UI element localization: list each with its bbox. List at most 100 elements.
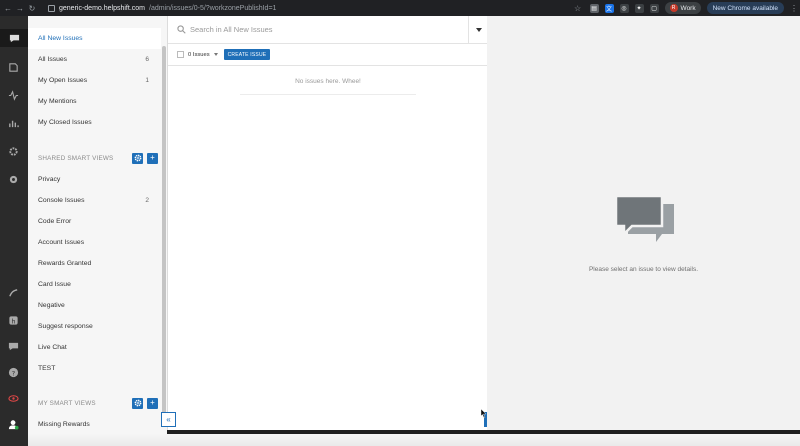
sidebar-item-label: TEST — [38, 365, 56, 372]
url-path: /admin/issues/0-5/?workzonePublishId=1 — [149, 4, 277, 12]
sidebar-item-negative[interactable]: Negative — [28, 295, 161, 316]
issues-count: 0 Issues — [188, 51, 210, 58]
sidebar-item-label: Suggest response — [38, 323, 93, 330]
shared-views-settings-button[interactable] — [132, 152, 143, 164]
sidebar-item-label: Negative — [38, 302, 65, 309]
section-title: SHARED SMART VIEWS — [38, 154, 114, 162]
profile-button[interactable]: R Work — [664, 2, 701, 14]
sidebar-item-label: My Mentions — [38, 98, 77, 105]
select-issue-message: Please select an issue to view details. — [588, 266, 699, 273]
browser-menu-icon[interactable]: ⋮ — [790, 4, 798, 13]
shared-smart-views-header: SHARED SMART VIEWS + — [38, 152, 158, 164]
double-chevron-left-icon: « — [166, 415, 171, 424]
bottom-fade — [28, 434, 800, 446]
sidebar-item-count: 2 — [145, 197, 149, 204]
sidebar-item-card-issue[interactable]: Card Issue — [28, 274, 161, 295]
sidebar-item-my-mentions[interactable]: My Mentions — [28, 91, 161, 112]
sidebar-item-console-issues[interactable]: Console Issues 2 — [28, 190, 161, 211]
sidebar-item-label: Live Chat — [38, 344, 67, 351]
sidebar-item-missing-rewards[interactable]: Missing Rewards — [28, 414, 161, 435]
sidebar-item-all-new-issues[interactable]: All New Issues — [28, 28, 161, 49]
sidebar-item-label: Code Error — [38, 218, 72, 225]
user-avatar[interactable] — [7, 418, 19, 430]
sidebar-item-code-error[interactable]: Code Error — [28, 211, 161, 232]
sidebar-item-label: My Closed Issues — [38, 119, 92, 126]
select-all-checkbox[interactable] — [177, 51, 184, 58]
svg-text:h: h — [11, 317, 15, 325]
reload-icon[interactable]: ↻ — [26, 2, 38, 14]
divider — [240, 94, 416, 95]
back-icon[interactable]: ← — [2, 2, 14, 14]
mouse-cursor-icon — [481, 409, 487, 418]
gear-icon — [134, 154, 141, 162]
issue-list-pane: Search in All New Issues 0 Issues CREATE… — [167, 15, 488, 430]
sidebar-item-privacy[interactable]: Privacy — [28, 169, 161, 190]
sidebar-item-count: 6 — [145, 56, 149, 63]
search-bar: Search in All New Issues — [168, 15, 488, 44]
url-domain: generic-demo.helpshift.com — [59, 4, 145, 12]
issue-list-toolbar: 0 Issues CREATE ISSUE — [168, 44, 488, 66]
settings-gear-icon[interactable] — [7, 173, 19, 185]
gear-icon — [134, 399, 141, 407]
translate-extension-icon[interactable]: 文 — [604, 3, 614, 13]
create-issue-button[interactable]: CREATE ISSUE — [223, 49, 271, 60]
section-title: MY SMART VIEWS — [38, 399, 96, 407]
profile-avatar: R — [669, 4, 678, 12]
add-shared-view-button[interactable]: + — [147, 152, 158, 164]
extension-icon[interactable]: ▤ — [589, 3, 599, 13]
sidebar-item-label: All Issues — [38, 56, 68, 63]
site-info-icon[interactable] — [48, 4, 55, 12]
knowledge-base-icon[interactable] — [7, 61, 19, 73]
automation-gear-icon[interactable] — [7, 145, 19, 157]
sidebar-item-my-open-issues[interactable]: My Open Issues 1 — [28, 70, 161, 91]
sidebar-item-label: Rewards Granted — [38, 260, 92, 267]
collapse-sidebar-button[interactable]: « — [161, 412, 176, 427]
tab-grid-icon[interactable]: ▢ — [649, 3, 659, 13]
search-options-dropdown[interactable] — [468, 15, 488, 44]
chat-bubble-icon[interactable] — [7, 340, 19, 352]
issue-views-sidebar: All New Issues All Issues 6 My Open Issu… — [28, 16, 167, 446]
browser-toolbar: ← → ↻ generic-demo.helpshift.com/admin/i… — [0, 0, 800, 16]
sidebar-item-label: Account Issues — [38, 239, 85, 246]
sidebar-item-label: My Open Issues — [38, 77, 88, 84]
my-smart-views-header: MY SMART VIEWS + — [38, 397, 158, 409]
phone-icon[interactable] — [7, 287, 19, 299]
profile-label: Work — [680, 4, 696, 12]
search-icon — [177, 25, 186, 34]
svg-text:?: ? — [11, 369, 14, 377]
sidebar-item-test[interactable]: TEST — [28, 358, 161, 379]
analytics-icon[interactable] — [7, 117, 19, 129]
search-input[interactable]: Search in All New Issues — [190, 25, 273, 34]
chrome-update-button[interactable]: New Chrome available — [706, 2, 784, 14]
sidebar-item-label: Card Issue — [38, 281, 71, 288]
sidebar-item-all-issues[interactable]: All Issues 6 — [28, 49, 161, 70]
add-my-view-button[interactable]: + — [147, 397, 158, 409]
sidebar-item-my-closed-issues[interactable]: My Closed Issues — [28, 112, 161, 133]
globe-extension-icon[interactable]: ◎ — [619, 3, 629, 13]
conversation-icon — [614, 194, 674, 242]
bookmark-star-icon[interactable]: ☆ — [572, 2, 584, 14]
sidebar-item-account-issues[interactable]: Account Issues — [28, 232, 161, 253]
app-nav-rail: h ? — [0, 16, 28, 446]
chevron-down-icon[interactable] — [213, 53, 218, 56]
sidebar-item-suggest-response[interactable]: Suggest response — [28, 316, 161, 337]
sidebar-item-live-chat[interactable]: Live Chat — [28, 337, 161, 358]
activity-icon[interactable] — [7, 89, 19, 101]
sidebar-item-label: All New Issues — [38, 35, 83, 42]
help-center-icon[interactable]: h — [7, 314, 19, 326]
issues-icon[interactable] — [0, 29, 28, 47]
sidebar-item-label: Console Issues — [38, 197, 85, 204]
sidebar-scrollbar[interactable] — [162, 46, 166, 416]
sidebar-item-label: Privacy — [38, 176, 61, 183]
eye-icon[interactable] — [7, 392, 19, 404]
forward-icon[interactable]: → — [14, 2, 26, 14]
sidebar-item-rewards-granted[interactable]: Rewards Granted — [28, 253, 161, 274]
address-bar[interactable]: generic-demo.helpshift.com/admin/issues/… — [44, 2, 280, 14]
help-question-icon[interactable]: ? — [7, 366, 19, 378]
sidebar-item-count: 1 — [145, 77, 149, 84]
sidebar-item-label: Missing Rewards — [38, 421, 90, 428]
issue-detail-pane: Please select an issue to view details. — [487, 16, 800, 430]
my-views-settings-button[interactable] — [132, 397, 143, 409]
empty-state-message: No issues here. Whee! — [295, 78, 361, 85]
puzzle-extensions-icon[interactable]: ✦ — [634, 3, 644, 13]
